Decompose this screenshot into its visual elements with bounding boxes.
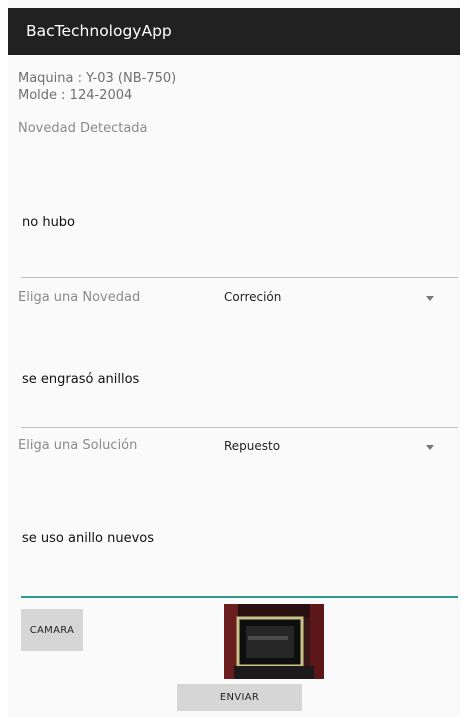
solucion-spinner[interactable]: Repuesto xyxy=(220,435,446,459)
novedad-spinner-value: Correción xyxy=(224,290,282,304)
novedad-spinner[interactable]: Correción xyxy=(220,286,446,310)
camera-button[interactable]: CAMARA xyxy=(21,609,83,651)
caret-down-icon xyxy=(426,296,434,301)
accion-text-underline xyxy=(21,427,458,428)
solucion-text-value: se uso anillo nuevos xyxy=(22,531,155,546)
novedad-label: Eliga una Novedad xyxy=(18,290,141,305)
left-edge xyxy=(0,0,8,717)
send-button[interactable]: ENVIAR xyxy=(177,684,302,711)
captured-photo xyxy=(224,604,324,679)
app-bar: BacTechnologyApp xyxy=(8,8,460,55)
accion-text-value: se engrasó anillos xyxy=(22,372,140,387)
solucion-text-underline xyxy=(21,596,458,598)
app-title: BacTechnologyApp xyxy=(26,22,172,40)
section-label: Novedad Detectada xyxy=(18,121,148,136)
solucion-label: Eliga una Solución xyxy=(18,438,138,453)
solucion-spinner-value: Repuesto xyxy=(224,439,281,453)
right-edge xyxy=(460,0,468,717)
novedad-text-underline xyxy=(21,277,458,278)
caret-down-icon xyxy=(426,445,434,450)
novedad-text-value: no hubo xyxy=(22,215,76,230)
machine-label: Maquina : Y-03 (NB-750) xyxy=(18,71,177,86)
mold-label: Molde : 124-2004 xyxy=(18,88,133,103)
